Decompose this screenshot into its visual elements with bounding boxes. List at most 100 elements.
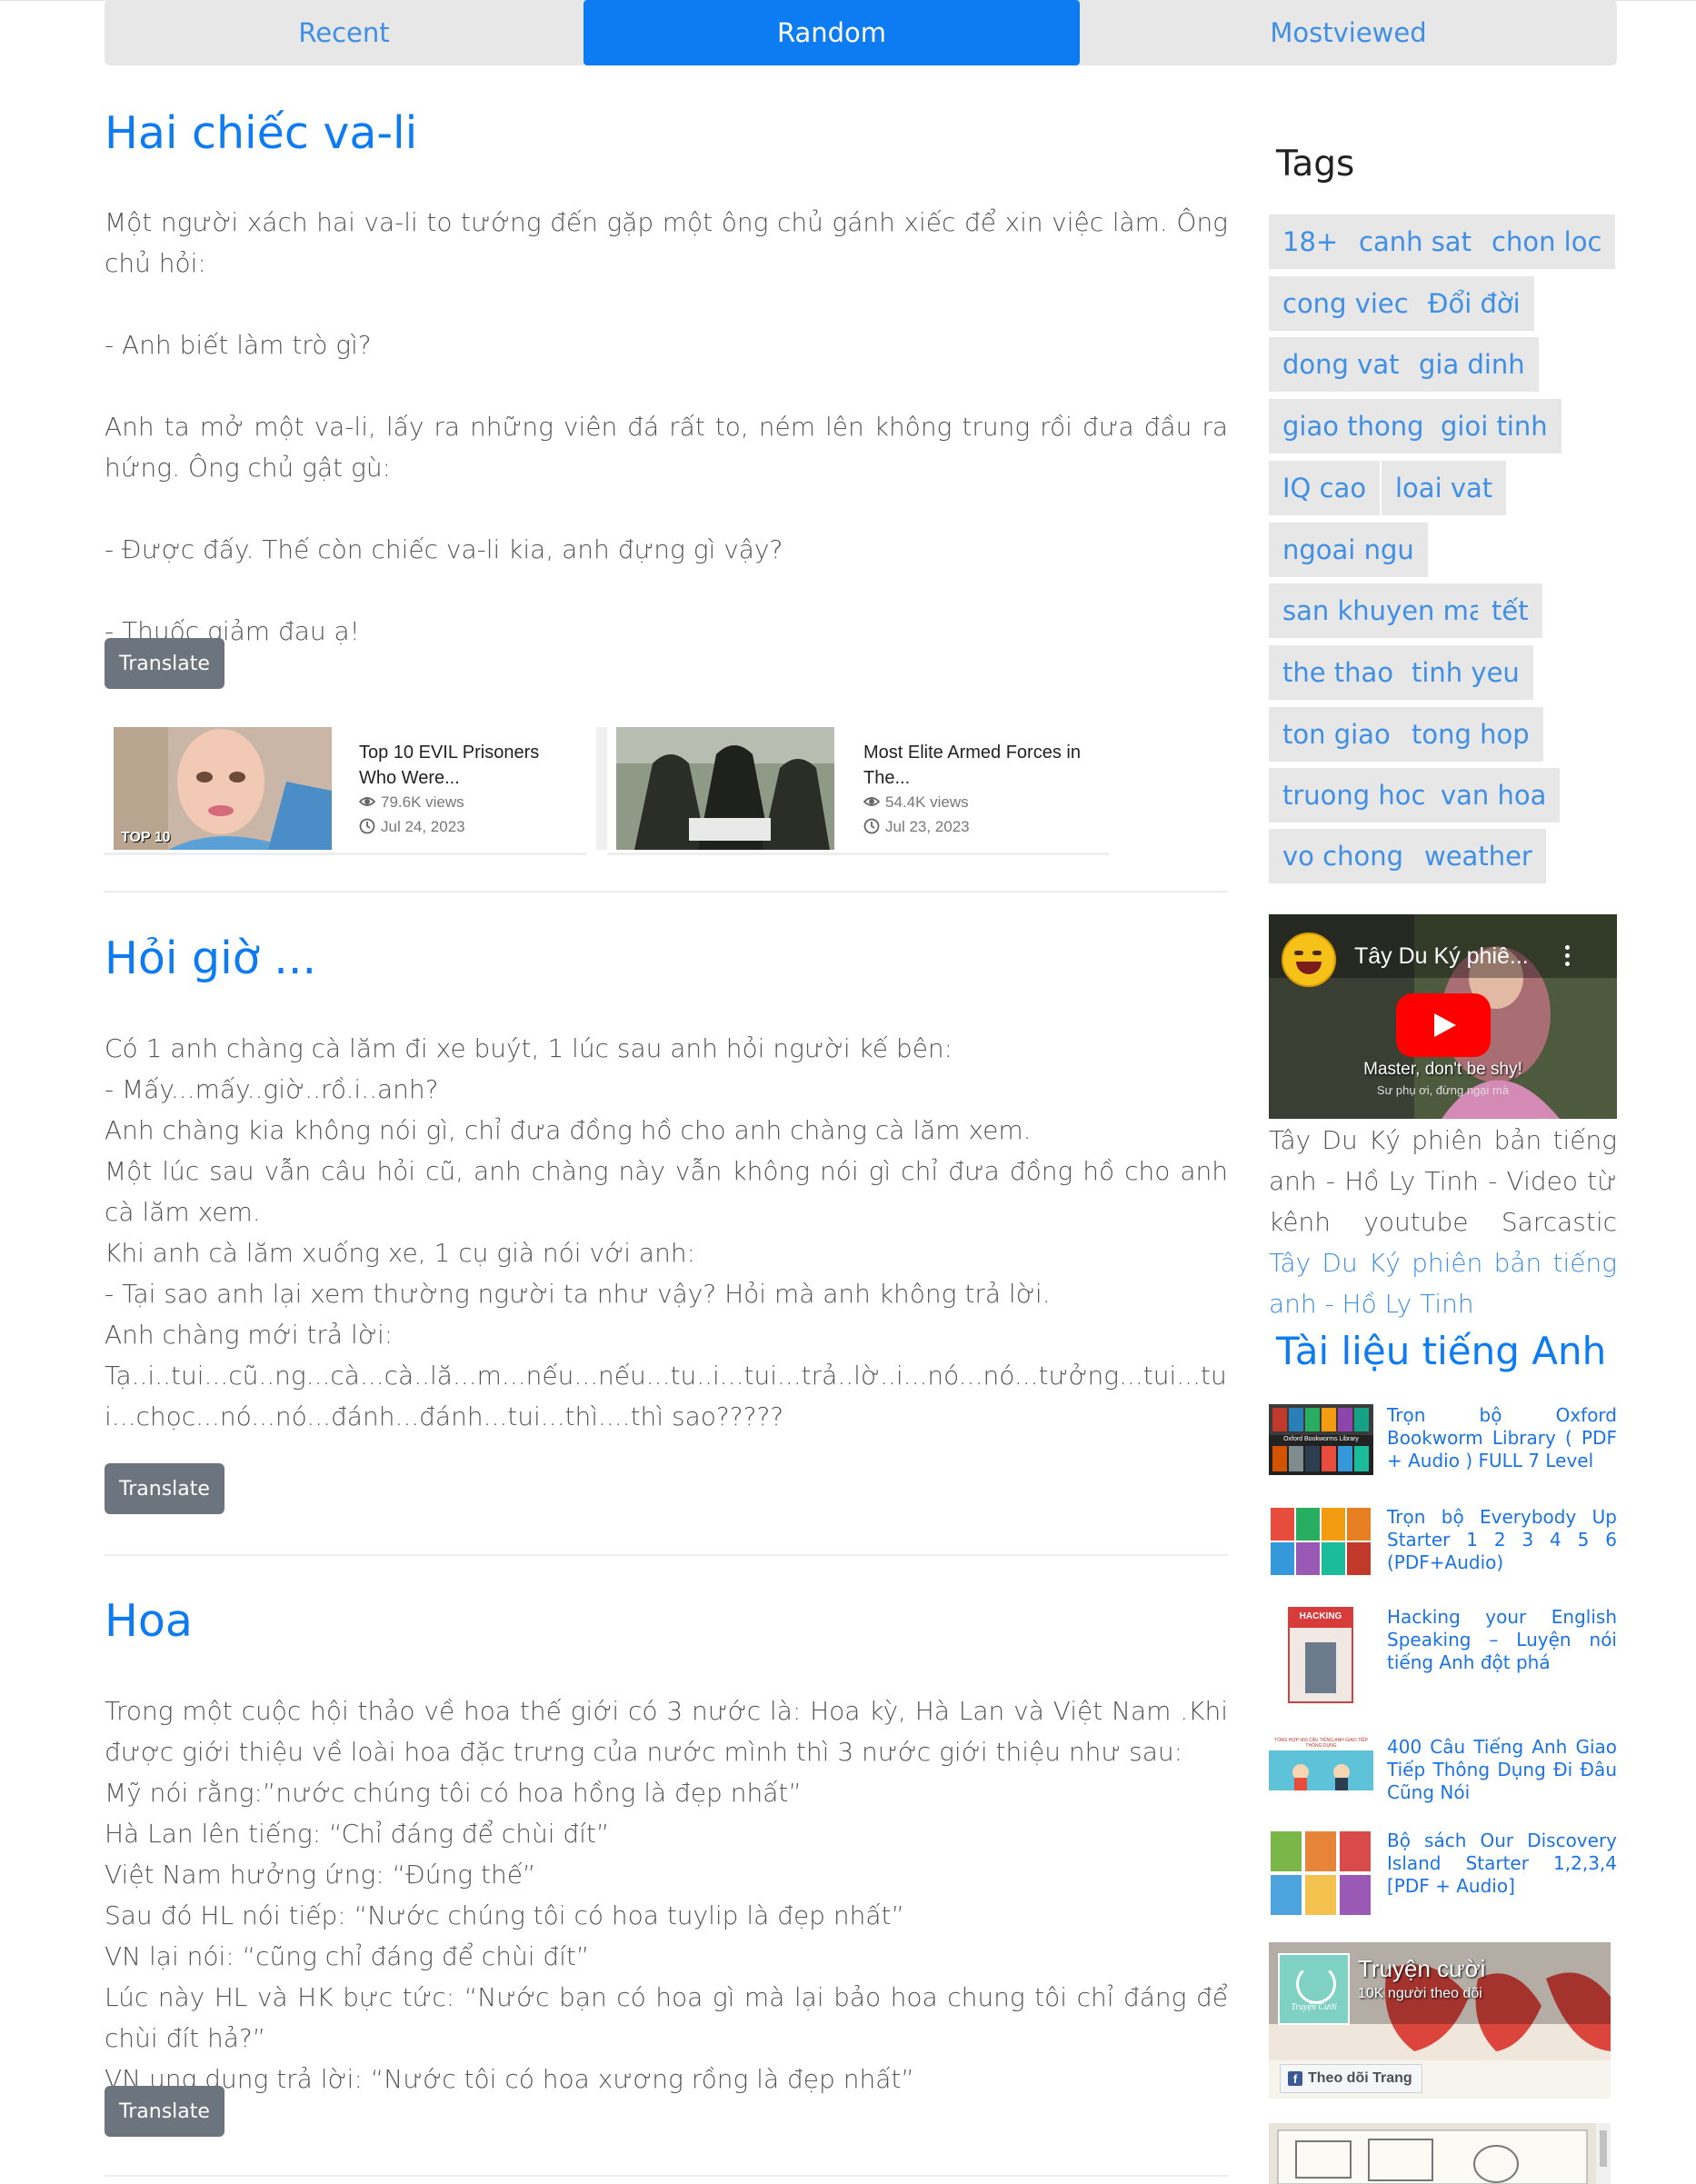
tag-tinh-yeu[interactable]: tinh yeu — [1398, 645, 1533, 700]
video-thumbnail[interactable] — [616, 727, 834, 850]
thumbnail-label: HACKING — [1299, 1611, 1342, 1621]
tag-tet[interactable]: tết — [1478, 583, 1542, 638]
tag-cong-viec[interactable]: cong viec — [1269, 276, 1422, 331]
post-line: - Tại sao anh lại xem thường người ta nh… — [105, 1279, 1051, 1309]
fb-follow-label: Theo dõi Trang — [1308, 2070, 1412, 2086]
channel-avatar-icon[interactable] — [1282, 932, 1336, 987]
doc-thumbnail[interactable]: Oxford Bookworms Library — [1269, 1404, 1373, 1475]
tag-canh-sat[interactable]: canh sat — [1345, 214, 1485, 269]
tag-vo-chong[interactable]: vo chong — [1269, 829, 1417, 883]
page-logo[interactable]: Truyện Cười — [1278, 1953, 1350, 2025]
post-line: Có 1 anh chàng cà lăm đi xe buýt, 1 lúc … — [105, 1033, 953, 1063]
video-date: Jul 23, 2023 — [863, 818, 970, 836]
more-options-icon[interactable] — [1565, 945, 1571, 969]
tag-doi-doi[interactable]: Đổi đời — [1414, 276, 1534, 331]
doc-item[interactable]: HACKING Hacking your English Speaking – … — [1269, 1606, 1617, 1706]
post-title[interactable]: Hỏi giờ ... — [105, 932, 316, 984]
views-text: 79.6K views — [381, 793, 464, 811]
video-card[interactable]: Most Elite Armed Forces in The... 54.4K … — [607, 727, 1109, 855]
eye-icon — [358, 793, 376, 810]
thumbnail-label: TOP 10 — [121, 830, 171, 845]
tag-ngoai-ngu[interactable]: ngoai ngu — [1269, 523, 1428, 577]
date-text: Jul 24, 2023 — [381, 818, 465, 835]
post-title[interactable]: Hoa — [105, 1595, 193, 1647]
video-thumbnail[interactable]: TOP 10 — [114, 727, 332, 850]
post-body: Có 1 anh chàng cà lăm đi xe buýt, 1 lúc … — [105, 1028, 1228, 1437]
fb-page-name[interactable]: Truyện cười — [1358, 1955, 1485, 1983]
facebook-page-widget[interactable]: Truyện Cười Truyện cười 10K người theo d… — [1269, 1942, 1611, 2099]
tab-bar: Recent Random Mostviewed — [105, 0, 1617, 65]
post-line: Mỹ nói rằng:”nước chúng tôi có hoa hồng … — [105, 1778, 802, 1808]
tag-ton-giao[interactable]: ton giao — [1269, 707, 1404, 762]
clock-icon — [359, 818, 375, 834]
youtube-embed[interactable]: Tây Du Ký phiê... Master, don't be shy! … — [1269, 914, 1617, 1119]
video-title[interactable]: Top 10 EVIL Prisoners Who Were... — [359, 740, 568, 791]
video-card[interactable]: TOP 10 Top 10 EVIL Prisoners Who Were...… — [105, 727, 586, 855]
tag-the-thao[interactable]: the thao — [1269, 645, 1408, 700]
doc-item[interactable]: Trọn bộ Everybody Up Starter 1 2 3 4 5 6… — [1269, 1506, 1617, 1579]
video-embed-title[interactable]: Tây Du Ký phiê... — [1354, 943, 1529, 970]
clock-icon — [863, 818, 880, 834]
video-subtitle: Master, don't be shy! — [1363, 1060, 1522, 1079]
tab-random[interactable]: Random — [584, 0, 1080, 65]
translate-button[interactable]: Translate — [105, 1463, 224, 1514]
video-title[interactable]: Most Elite Armed Forces in The... — [863, 740, 1100, 791]
play-button-icon[interactable] — [1396, 993, 1491, 1057]
doc-title[interactable]: Trọn bộ Everybody Up Starter 1 2 3 4 5 6… — [1387, 1506, 1617, 1574]
tag-tong-hop[interactable]: tong hop — [1398, 707, 1543, 762]
tag-dong-vat[interactable]: dong vat — [1269, 337, 1413, 392]
tag-iq-cao[interactable]: IQ cao — [1269, 461, 1381, 515]
tag-weather[interactable]: weather — [1411, 829, 1546, 883]
tag-van-hoa[interactable]: van hoa — [1427, 768, 1561, 823]
post-title[interactable]: Hai chiếc va-li — [105, 107, 417, 159]
tag-gioi-tinh[interactable]: gioi tinh — [1427, 399, 1561, 454]
caption-link[interactable]: Tây Du Ký phiên bản tiếng anh - Hồ Ly Ti… — [1269, 1248, 1617, 1319]
post-line: Một lúc sau vẫn câu hỏi cũ, anh chàng nà… — [105, 1156, 1228, 1227]
post-paragraph: Một người xách hai va-li to tướng đến gặ… — [105, 207, 1228, 278]
tag-giao-thong[interactable]: giao thong — [1269, 399, 1438, 454]
post-paragraph: - Thuốc giảm đau ạ! — [105, 616, 360, 646]
translate-button[interactable]: Translate — [105, 638, 224, 689]
doc-item[interactable]: TỔNG HỢP 400 CÂU TIẾNG ANH GIAO TIẾP THÔ… — [1269, 1736, 1617, 1809]
fb-follow-button[interactable]: f Theo dõi Trang — [1280, 2064, 1422, 2093]
facebook-post-preview[interactable] — [1269, 2123, 1611, 2184]
doc-title[interactable]: Bộ sách Our Discovery Island Starter 1,2… — [1387, 1830, 1617, 1898]
translate-button[interactable]: Translate — [105, 2086, 224, 2137]
facebook-icon: f — [1288, 2071, 1302, 2086]
doc-title[interactable]: Trọn bộ Oxford Bookworm Library ( PDF + … — [1387, 1404, 1617, 1472]
tag-truong-hoc[interactable]: truong hoc — [1269, 768, 1440, 823]
post-line: Anh chàng mới trả lời: — [105, 1320, 394, 1350]
post-separator — [105, 1554, 1228, 1556]
doc-thumbnail[interactable] — [1269, 1830, 1373, 1917]
post-line: Tạ..i..tui...cũ..ng...cà...cà..lă...m...… — [105, 1361, 1227, 1431]
doc-item[interactable]: Oxford Bookworms Library Trọn bộ Oxford … — [1269, 1404, 1617, 1477]
tag-chon-loc[interactable]: chon loc — [1478, 214, 1616, 269]
fb-followers: 10K người theo dõi — [1358, 1986, 1482, 2001]
youtube-caption: Tây Du Ký phiên bản tiếng anh - Hồ Ly Ti… — [1269, 1120, 1617, 1324]
date-text: Jul 23, 2023 — [885, 818, 970, 835]
video-date: Jul 24, 2023 — [359, 818, 465, 836]
doc-thumbnail[interactable]: HACKING — [1269, 1606, 1373, 1704]
post-body: Trong một cuộc hội thảo về hoa thế giới … — [105, 1690, 1228, 2099]
post-paragraph: - Được đấy. Thế còn chiếc va-li kia, anh… — [105, 534, 783, 564]
doc-thumbnail[interactable]: TỔNG HỢP 400 CÂU TIẾNG ANH GIAO TIẾP THÔ… — [1269, 1736, 1373, 1790]
doc-title[interactable]: Hacking your English Speaking – Luyện nó… — [1387, 1606, 1617, 1674]
video-carousel: TOP 10 Top 10 EVIL Prisoners Who Were...… — [105, 727, 1109, 855]
tab-recent[interactable]: Recent — [105, 0, 584, 65]
doc-title[interactable]: 400 Câu Tiếng Anh Giao Tiếp Thông Dụng Đ… — [1387, 1736, 1617, 1804]
thumbnail-label: Oxford Bookworms Library — [1283, 1436, 1359, 1442]
tag-loai-vat[interactable]: loai vat — [1382, 461, 1507, 515]
eye-icon — [863, 793, 881, 810]
doc-item[interactable]: Bộ sách Our Discovery Island Starter 1,2… — [1269, 1830, 1617, 1917]
logo-text: Truyện Cười — [1291, 2002, 1337, 2012]
post-line: Sau đó HL nói tiếp: “Nước chúng tôi có h… — [105, 1900, 904, 1930]
doc-thumbnail[interactable] — [1269, 1506, 1373, 1577]
post-line: - Mấy...mấy..giờ..rồ.i..anh? — [105, 1074, 439, 1104]
post-line: Trong một cuộc hội thảo về hoa thế giới … — [105, 1696, 1228, 1767]
tag-san-khuyen-mai[interactable]: san khuyen mai — [1269, 583, 1506, 638]
post-line: Việt Nam hưởng ứng: “Đúng thế” — [105, 1860, 536, 1890]
tag-18plus[interactable]: 18+ — [1269, 214, 1352, 269]
tab-mostviewed[interactable]: Mostviewed — [1080, 0, 1617, 65]
post-line: Hà Lan lên tiếng: “Chỉ đáng để chùi đít” — [105, 1819, 610, 1849]
tag-gia-dinh[interactable]: gia dinh — [1405, 337, 1539, 392]
